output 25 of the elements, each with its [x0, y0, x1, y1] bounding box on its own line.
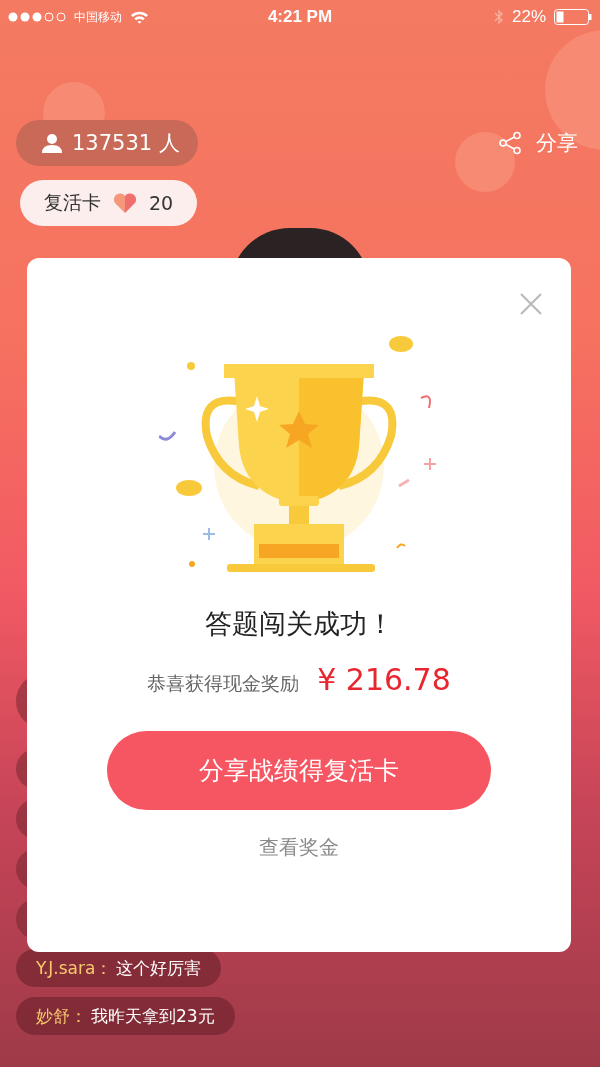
wifi-icon: [130, 10, 149, 24]
close-icon: [519, 292, 543, 316]
comment-user: Y.J.sara：: [36, 956, 113, 980]
comment-text: 这个好厉害: [116, 956, 202, 980]
share-icon: [498, 131, 522, 155]
dialog-title: 答题闯关成功！: [204, 607, 394, 641]
comment-user: 妙舒：: [36, 1004, 87, 1028]
reward-label: 恭喜获得现金奖励: [147, 671, 300, 696]
revive-card-label: 复活卡: [44, 190, 101, 215]
reward-amount: ¥ 216.78: [317, 662, 451, 697]
bluetooth-icon: [493, 8, 504, 26]
user-icon: [42, 133, 62, 153]
signal-icon: [8, 11, 66, 23]
share-result-button[interactable]: 分享战绩得复活卡: [107, 731, 491, 810]
heart-icon: [113, 192, 137, 214]
comment-text: 我昨天拿到23元: [91, 1004, 215, 1028]
share-button[interactable]: 分享: [498, 129, 578, 157]
battery-icon: [554, 9, 592, 25]
battery-percent: 22%: [511, 7, 546, 27]
online-count: 137531 人: [72, 130, 180, 157]
revive-card-count: 20: [149, 192, 174, 214]
status-time: 4:21 PM: [267, 7, 333, 27]
carrier-name: 中国移动: [74, 8, 122, 26]
close-button[interactable]: [519, 292, 543, 316]
view-bonus-link[interactable]: 查看奖金: [259, 834, 339, 861]
